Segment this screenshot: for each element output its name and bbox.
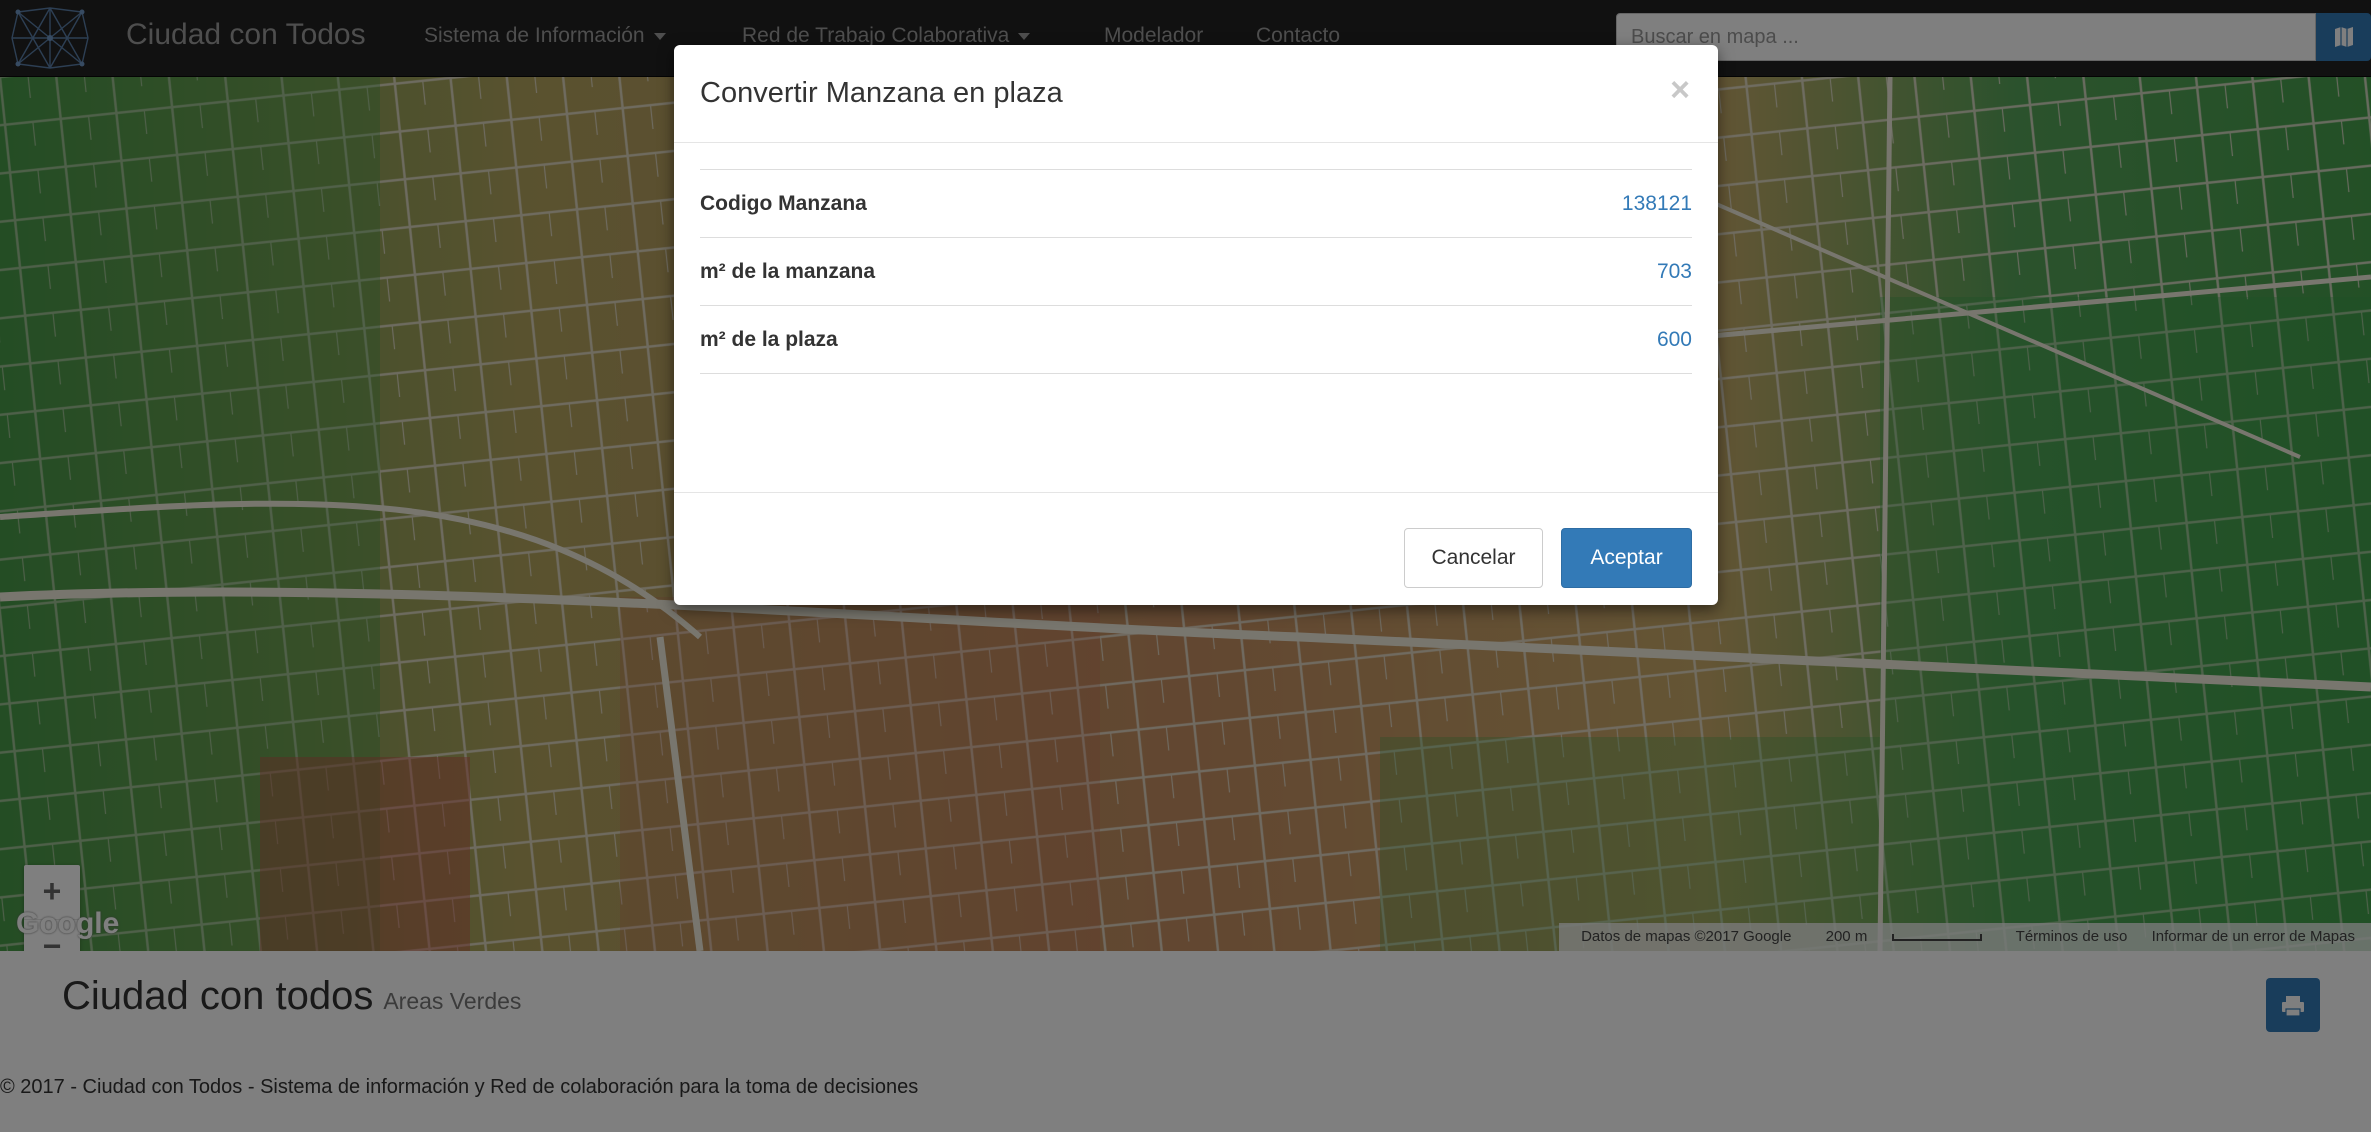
- modal-title: Convertir Manzana en plaza: [700, 77, 1063, 109]
- cancel-button[interactable]: Cancelar: [1404, 528, 1543, 588]
- row-value: 600: [1656, 328, 1692, 351]
- table-row: m² de la manzana 703: [700, 238, 1692, 306]
- close-icon[interactable]: ×: [1670, 71, 1690, 110]
- modal-header: Convertir Manzana en plaza ×: [674, 45, 1718, 143]
- row-label: m² de la plaza: [700, 328, 838, 351]
- accept-button[interactable]: Aceptar: [1561, 528, 1692, 588]
- row-value: 138121: [1621, 192, 1692, 215]
- table-row: m² de la plaza 600: [700, 306, 1692, 374]
- block-info-table: Codigo Manzana 138121 m² de la manzana 7…: [700, 169, 1692, 374]
- convert-block-modal: Convertir Manzana en plaza × Codigo Manz…: [674, 45, 1718, 605]
- row-label: Codigo Manzana: [700, 192, 867, 215]
- table-row: Codigo Manzana 138121: [700, 170, 1692, 238]
- row-value: 703: [1656, 260, 1692, 283]
- row-label: m² de la manzana: [700, 260, 876, 283]
- modal-footer: Cancelar Aceptar: [674, 492, 1718, 605]
